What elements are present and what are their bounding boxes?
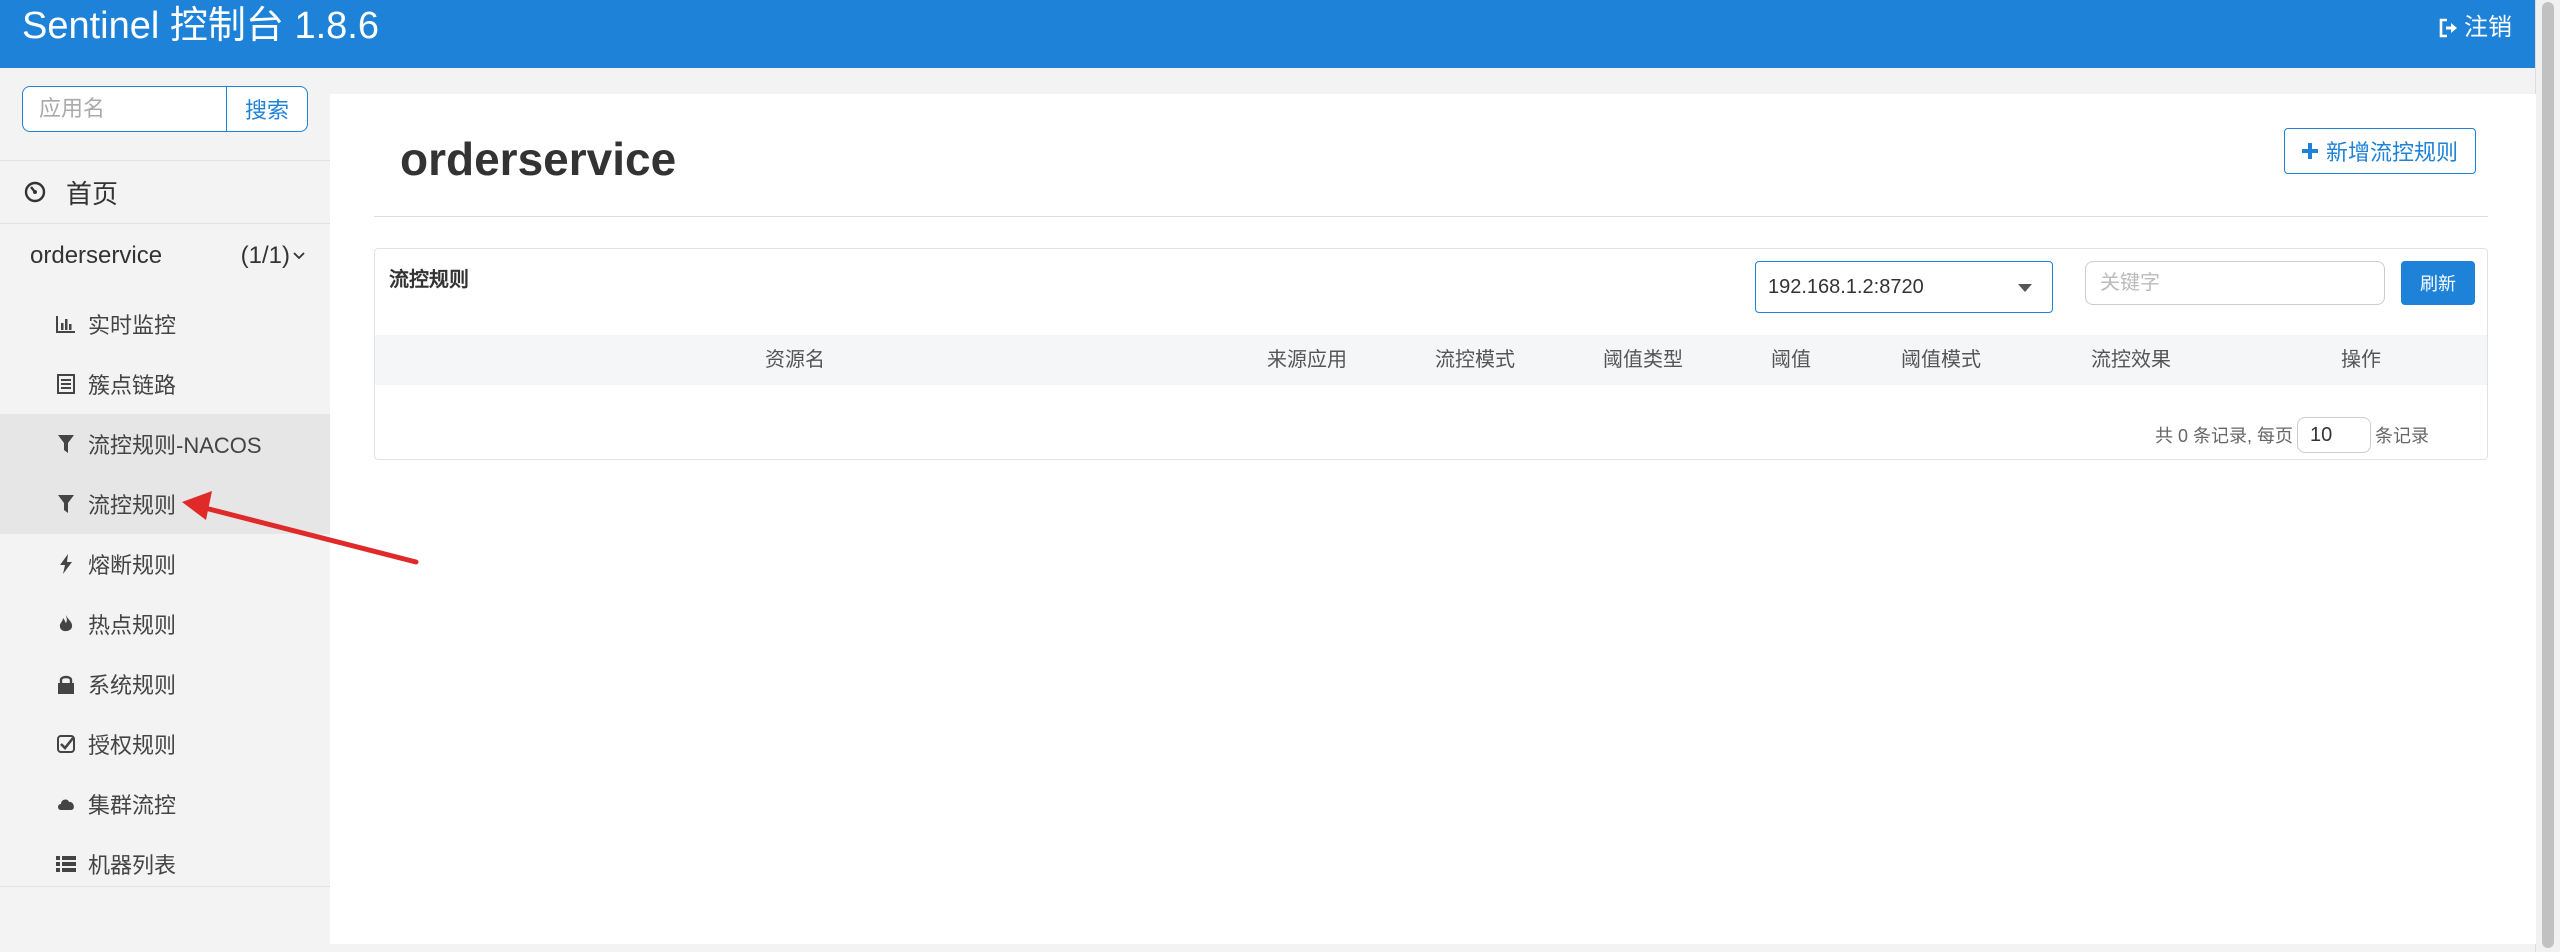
menu-label: 机器列表: [88, 853, 177, 878]
column-header-resource: 资源名: [765, 349, 825, 371]
bar-chart-icon: [56, 314, 76, 334]
column-header-limit-app: 来源应用: [1267, 349, 1347, 371]
add-button-label: 新增流控规则: [2325, 140, 2458, 165]
pager-prefix: 共 0 条记录, 每页: [2154, 426, 2293, 446]
home-label: 首页: [66, 178, 119, 209]
flash-icon: [56, 554, 76, 574]
list-alt-icon: [56, 374, 76, 394]
column-header-count: 阈值: [1771, 349, 1811, 371]
logout-link[interactable]: 注销: [2438, 12, 2512, 44]
caret-down-icon: [2018, 284, 2032, 292]
sidebar-item-authority-rules[interactable]: 授权规则: [0, 714, 330, 774]
menu-label: 簇点链路: [88, 373, 177, 398]
th-list-icon: [56, 854, 76, 874]
keyword-input[interactable]: [2085, 261, 2385, 305]
search-button[interactable]: 搜索: [226, 86, 308, 132]
app-instance-count: (1/1): [241, 242, 306, 270]
sidebar-item-flow-rules-nacos[interactable]: 流控规则-NACOS: [0, 414, 330, 474]
machine-select-value: 192.168.1.2:8720: [1768, 275, 1924, 298]
menu-label: 实时监控: [88, 313, 177, 338]
page-title: orderservice: [400, 133, 677, 185]
title-divider: [374, 216, 2488, 217]
menu-label: 授权规则: [88, 733, 177, 758]
app-search-input[interactable]: [22, 86, 226, 132]
column-header-grade: 阈值类型: [1603, 349, 1683, 371]
sidebar-item-flow-rules[interactable]: 流控规则: [0, 474, 330, 534]
lock-icon: [56, 674, 76, 694]
menu-label: 集群流控: [88, 793, 177, 818]
check-icon: [56, 734, 76, 754]
column-header-control-behavior: 流控效果: [2091, 349, 2171, 371]
app-name: orderservice: [30, 242, 163, 269]
top-navbar: Sentinel 控制台 1.8.6 注销: [0, 0, 2536, 68]
page-size-input[interactable]: [2297, 417, 2371, 453]
menu-label: 系统规则: [88, 673, 177, 698]
sidebar-item-machine-list[interactable]: 机器列表: [0, 834, 330, 894]
brand-title[interactable]: Sentinel 控制台 1.8.6: [22, 2, 379, 50]
add-flow-rule-button[interactable]: 新增流控规则: [2284, 128, 2476, 174]
menu-label: 热点规则: [88, 613, 177, 638]
pager-suffix: 条记录: [2375, 426, 2429, 446]
menu-label: 流控规则: [88, 493, 177, 518]
app-menu-orderservice[interactable]: orderservice (1/1): [0, 224, 330, 288]
menu-label: 熔断规则: [88, 553, 177, 578]
sidebar-item-degrade-rules[interactable]: 熔断规则: [0, 534, 330, 594]
menu-label: 流控规则-NACOS: [88, 433, 262, 458]
fire-icon: [56, 614, 76, 634]
sign-out-icon: [2439, 18, 2457, 38]
page-scrollbar[interactable]: [2535, 0, 2560, 952]
chevron-down-icon: [293, 252, 305, 260]
logout-label: 注销: [2464, 14, 2512, 41]
app-count-text: (1/1): [240, 242, 290, 269]
scrollbar-thumb[interactable]: [2542, 2, 2554, 948]
sidebar-item-cluster-point-link[interactable]: 簇点链路: [0, 354, 330, 414]
sidebar-item-hot-param-rules[interactable]: 热点规则: [0, 594, 330, 654]
sidebar-divider: [0, 886, 330, 887]
cloud-icon: [56, 794, 76, 814]
sidebar-item-home[interactable]: 首页: [0, 160, 330, 224]
flow-rules-panel: 流控规则 192.168.1.2:8720 刷新 资源名 来源应用 流控模式 阈…: [374, 248, 2488, 460]
filter-icon: [56, 494, 76, 514]
plus-icon: [2301, 143, 2318, 159]
table-header: 资源名 来源应用 流控模式 阈值类型 阈值 阈值模式 流控效果 操作: [375, 335, 2487, 385]
main-content: orderservice 新增流控规则 流控规则 192.168.1.2:872…: [330, 94, 2536, 944]
column-header-cluster-mode: 阈值模式: [1901, 349, 1981, 371]
column-header-strategy: 流控模式: [1435, 349, 1515, 371]
dashboard-icon: [24, 181, 46, 203]
sidebar-item-cluster-flow[interactable]: 集群流控: [0, 774, 330, 834]
sidebar-item-system-rules[interactable]: 系统规则: [0, 654, 330, 714]
filter-icon: [56, 434, 76, 454]
sidebar: 搜索 首页 orderservice (1/1) 实时监控 簇点链路: [0, 68, 330, 952]
column-header-actions: 操作: [2341, 349, 2381, 371]
pagination: 共 0 条记录, 每页 条记录: [2155, 417, 2429, 453]
app-search: 搜索: [22, 86, 308, 132]
panel-title: 流控规则: [389, 269, 469, 291]
machine-select[interactable]: 192.168.1.2:8720: [1755, 261, 2053, 313]
sidebar-item-realtime-monitor[interactable]: 实时监控: [0, 294, 330, 354]
refresh-button[interactable]: 刷新: [2401, 261, 2475, 305]
